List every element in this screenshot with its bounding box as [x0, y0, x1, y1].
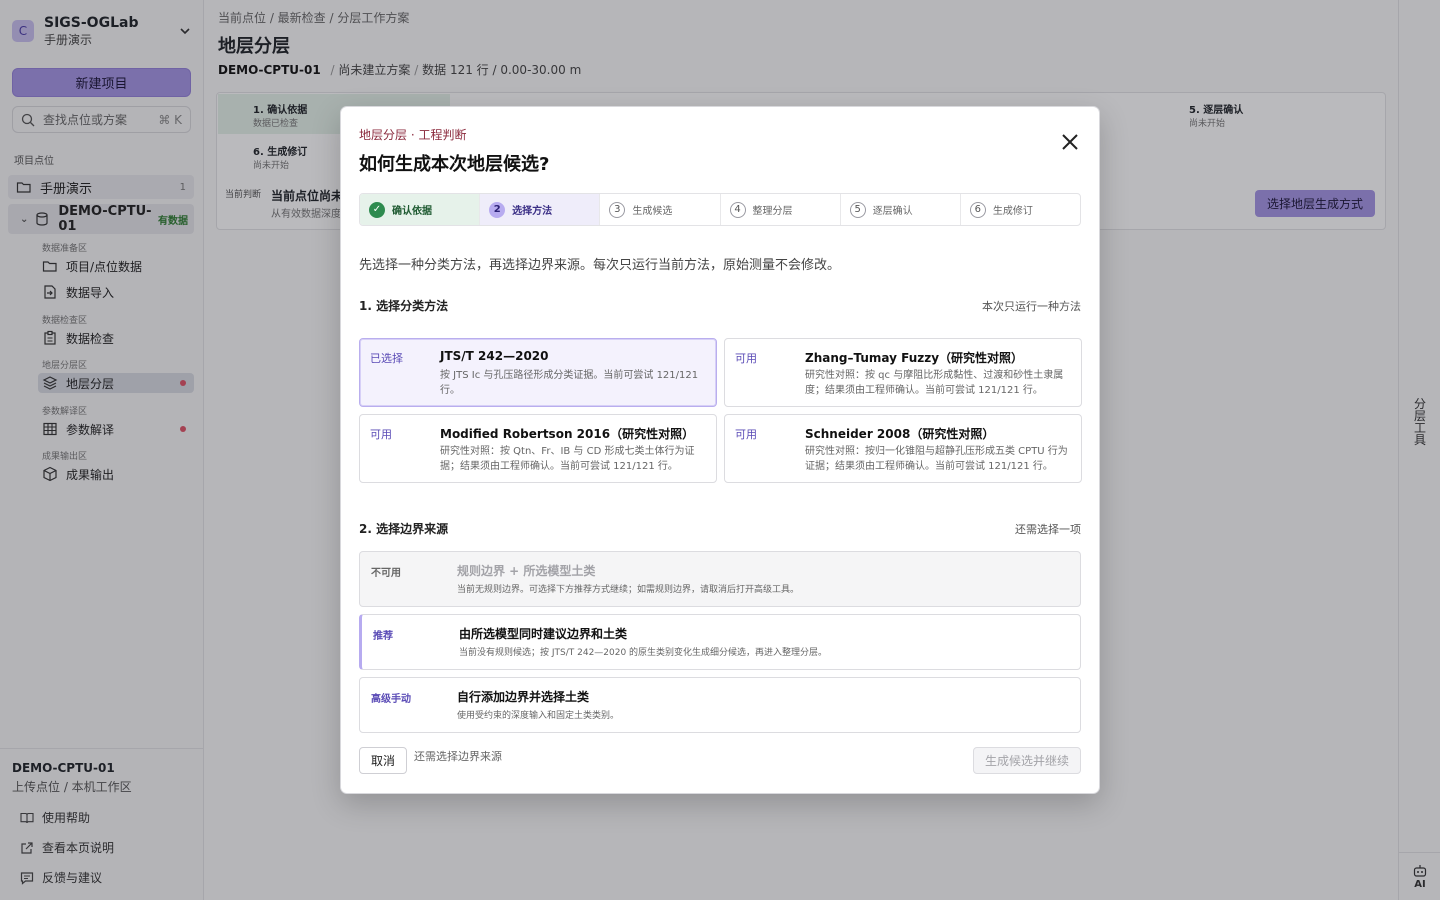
step-label: 生成修订	[992, 206, 1033, 217]
method-desc: 按 JTS Ic 与孔压路径形成分类证据。当前可尝试 121/121 行。	[440, 370, 699, 396]
dialog-kicker: 地层分层 · 工程判断	[359, 128, 467, 142]
step-number: 2	[489, 201, 506, 218]
dialog-step-2[interactable]: 2 选择方法	[480, 194, 601, 225]
generation-dialog: 地层分层 · 工程判断 如何生成本次地层候选? ✓ 确认依据 2 选择方法 3 生成候…	[340, 106, 1100, 794]
boundary-tag: 推荐	[373, 631, 393, 642]
step-number: 6	[969, 201, 986, 218]
method-tag: 可用	[370, 428, 392, 441]
dialog-title: 如何生成本次地层候选?	[359, 154, 550, 175]
step-label: 生成候选	[632, 206, 673, 217]
boundary-title: 规则边界 + 所选模型土类	[457, 564, 596, 578]
method-desc: 研究性对照：按 qc 与摩阻比形成黏性、过渡和砂性土隶属度；结果须由工程师确认。…	[805, 370, 1064, 396]
boundary-card-rules: 不可用 规则边界 + 所选模型土类 当前无规则边界。可选择下方推荐方式继续；如需…	[359, 551, 1081, 607]
method-title: Modified Robertson 2016（研究性对照）	[440, 427, 695, 441]
dialog-footnote: 还需选择边界来源	[414, 750, 502, 763]
step-label: 选择方法	[512, 206, 553, 217]
step-number: 3	[609, 201, 626, 218]
method-tag: 可用	[735, 428, 757, 441]
method-tag: 可用	[735, 352, 757, 365]
step-label: 确认依据	[392, 206, 432, 217]
boundary-title: 自行添加边界并选择土类	[457, 690, 590, 704]
method-tag: 已选择	[370, 352, 403, 365]
boundary-card-manual[interactable]: 高级手动 自行添加边界并选择土类 使用受约束的深度输入和固定土类类别。	[359, 677, 1081, 733]
method-desc: 研究性对照：按归一化锥阻与超静孔压形成五类 CPTU 行为证据；结果须由工程师确…	[805, 446, 1068, 472]
boundary-desc: 当前无规则边界。可选择下方推荐方式继续；如需规则边界，请取消后打开高级工具。	[457, 585, 800, 595]
step-label: 整理分层	[752, 206, 793, 217]
cancel-button[interactable]: 取消	[359, 747, 407, 774]
dialog-step-5[interactable]: 5 逐层确认	[841, 194, 961, 225]
method-title: Zhang–Tumay Fuzzy（研究性对照）	[805, 351, 1024, 365]
dialog-step-6[interactable]: 6 生成修订	[961, 194, 1080, 225]
dialog-step-4[interactable]: 4 整理分层	[721, 194, 841, 225]
generate-continue-button[interactable]: 生成候选并继续	[973, 747, 1081, 774]
boundary-card-model[interactable]: 推荐 由所选模型同时建议边界和土类 当前没有规则候选；按 JTS/T 242—2…	[359, 614, 1081, 670]
boundary-note: 还需选择一项	[1015, 523, 1081, 536]
step-label: 逐层确认	[872, 206, 913, 217]
dialog-step-1[interactable]: ✓ 确认依据	[360, 194, 481, 225]
methods-note: 本次只运行一种方法	[982, 300, 1081, 313]
method-title: JTS/T 242—2020	[440, 349, 549, 363]
method-card-robertson[interactable]: 可用 Modified Robertson 2016（研究性对照） 研究性对照：…	[359, 414, 717, 483]
step-number: 5	[849, 201, 866, 218]
close-icon[interactable]	[1060, 132, 1080, 152]
boundary-tag: 高级手动	[371, 694, 411, 705]
method-card-schneider[interactable]: 可用 Schneider 2008（研究性对照） 研究性对照：按归一化锥阻与超静…	[724, 414, 1082, 483]
boundary-title: 由所选模型同时建议边界和土类	[459, 627, 628, 641]
dialog-stepper: ✓ 确认依据 2 选择方法 3 生成候选 4 整理分层 5 逐层确认 6 生成修订	[359, 193, 1081, 226]
dialog-step-3[interactable]: 3 生成候选	[600, 194, 721, 225]
boundary-heading: 2. 选择边界来源	[359, 522, 449, 536]
method-card-jts[interactable]: 已选择 JTS/T 242—2020 按 JTS Ic 与孔压路径形成分类证据。…	[359, 338, 717, 407]
step-number: ✓	[369, 201, 385, 218]
boundary-desc: 当前没有规则候选；按 JTS/T 242—2020 的原生类别变化生成细分候选，…	[459, 648, 828, 658]
step-number: 4	[729, 201, 746, 218]
method-title: Schneider 2008（研究性对照）	[805, 427, 995, 441]
methods-heading: 1. 选择分类方法	[359, 299, 449, 313]
boundary-desc: 使用受约束的深度输入和固定土类类别。	[457, 711, 620, 721]
method-card-zhang-tumay[interactable]: 可用 Zhang–Tumay Fuzzy（研究性对照） 研究性对照：按 qc 与…	[724, 338, 1082, 407]
boundary-tag: 不可用	[371, 568, 401, 579]
method-desc: 研究性对照：按 Qtn、Fr、IB 与 CD 形成七类土体行为证据；结果须由工程…	[440, 446, 695, 472]
dialog-intro: 先选择一种分类方法，再选择边界来源。每次只运行当前方法，原始测量不会修改。	[359, 258, 841, 273]
